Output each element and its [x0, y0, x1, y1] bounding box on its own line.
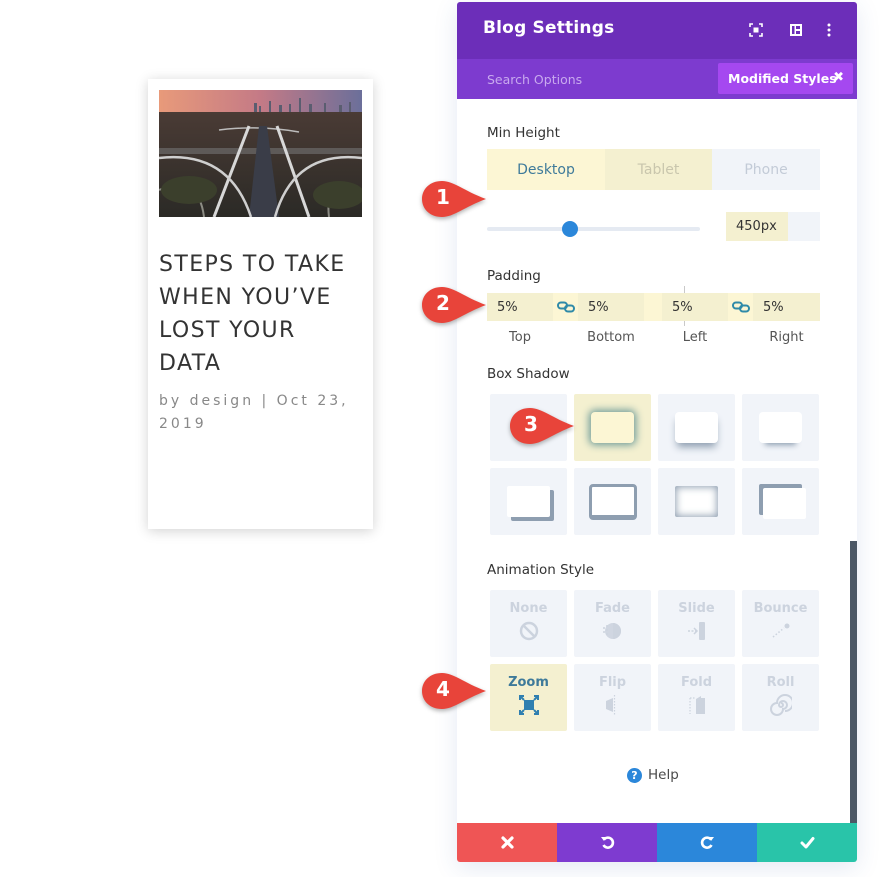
animation-option-label: Flip	[598, 675, 627, 690]
animation-option-none[interactable]: None	[490, 590, 567, 657]
min-height-value[interactable]: 450px	[726, 212, 788, 241]
min-height-label: Min Height	[487, 125, 560, 141]
box-shadow-option-inset[interactable]	[658, 468, 735, 535]
link-icon[interactable]	[553, 293, 578, 321]
close-icon[interactable]: ✖	[833, 70, 844, 85]
shadow-preview	[759, 412, 802, 443]
roll-icon	[769, 694, 792, 716]
panel-content: Min Height Desktop Tablet Phone 450px Pa…	[457, 99, 857, 823]
box-shadow-option-bottom[interactable]	[658, 394, 735, 461]
padding-bottom-label: Bottom	[587, 330, 635, 345]
padding-top-input[interactable]: 5%	[487, 293, 553, 321]
padding-top-label: Top	[509, 330, 531, 345]
callout-marker-3: 3	[508, 406, 574, 446]
fade-icon	[602, 623, 621, 639]
flip-icon	[605, 695, 615, 715]
none-icon	[519, 621, 538, 641]
animation-option-fade[interactable]: Fade	[574, 590, 651, 657]
min-height-input[interactable]: 450px	[726, 212, 820, 241]
min-height-slider[interactable]	[487, 221, 700, 237]
tab-phone[interactable]: Phone	[712, 149, 820, 190]
blog-post-card: STEPS TO TAKE WHEN YOU’VE LOST YOUR DATA…	[148, 79, 373, 529]
zoom-icon	[518, 695, 539, 715]
animation-option-bounce[interactable]: Bounce	[742, 590, 819, 657]
animation-option-label: Fold	[680, 675, 713, 690]
undo-button[interactable]	[557, 823, 657, 862]
box-shadow-label: Box Shadow	[487, 366, 570, 382]
redo-icon	[700, 836, 714, 849]
animation-option-label: Slide	[678, 601, 715, 616]
callout-marker-4: 4	[420, 671, 486, 711]
padding-label: Padding	[487, 268, 541, 284]
shadow-preview	[507, 486, 550, 517]
box-shadow-option-bottom-soft[interactable]	[742, 394, 819, 461]
callout-number: 3	[524, 412, 538, 436]
animation-option-slide[interactable]: Slide	[658, 590, 735, 657]
callout-marker-1: 1	[420, 179, 486, 219]
slider-handle[interactable]	[562, 221, 579, 237]
tab-desktop[interactable]: Desktop	[487, 149, 605, 190]
device-tabs: Desktop Tablet Phone	[487, 149, 820, 190]
callout-number: 2	[436, 291, 450, 315]
padding-right-input[interactable]: 5%	[753, 293, 820, 321]
save-button[interactable]	[757, 823, 857, 862]
expand-icon[interactable]	[747, 21, 765, 39]
highway-photo	[159, 90, 362, 217]
box-shadow-option-top-left[interactable]	[742, 468, 819, 535]
slide-icon	[687, 622, 705, 640]
bounce-icon	[772, 623, 789, 638]
shadow-preview	[763, 488, 806, 519]
animation-option-label: Zoom	[508, 675, 549, 690]
shadow-preview	[675, 486, 718, 517]
animation-option-flip[interactable]: Flip	[574, 664, 651, 731]
animation-style-label: Animation Style	[487, 562, 595, 578]
modified-styles-label: Modified Styles	[728, 71, 837, 86]
box-shadow-option-outline[interactable]	[574, 468, 651, 535]
animation-option-zoom[interactable]: Zoom	[490, 664, 567, 731]
panel-scrollbar[interactable]	[850, 541, 857, 823]
shadow-preview	[588, 483, 637, 520]
more-vertical-icon[interactable]	[820, 21, 838, 39]
callout-marker-2: 2	[420, 285, 486, 325]
animation-option-label: Bounce	[753, 601, 808, 616]
shadow-preview	[675, 412, 718, 443]
help-link[interactable]: ? Help	[627, 767, 679, 783]
undo-icon	[600, 836, 614, 849]
discard-button[interactable]	[457, 823, 557, 862]
panel-subheader: Search Options Modified Styles ✖	[457, 59, 857, 99]
box-shadow-option-glow[interactable]	[574, 394, 651, 461]
modified-styles-filter[interactable]: Modified Styles ✖	[718, 63, 853, 94]
callout-number: 1	[436, 185, 450, 209]
padding-left-input[interactable]: 5%	[662, 293, 728, 321]
animation-style-options: None Fade Slide Bounce Zoom Flip Fold Ro…	[490, 590, 819, 731]
panel-footer	[457, 823, 857, 862]
blog-post-title[interactable]: STEPS TO TAKE WHEN YOU’VE LOST YOUR DATA	[159, 248, 364, 380]
padding-left-label: Left	[682, 330, 708, 345]
blog-post-image[interactable]	[159, 90, 362, 217]
columns-icon[interactable]	[787, 21, 805, 39]
shadow-preview	[591, 412, 634, 443]
padding-inputs: 5% 5% 5% 5%	[487, 286, 820, 326]
callout-number: 4	[436, 677, 450, 701]
blog-post-meta: by design | Oct 23, 2019	[159, 393, 349, 432]
search-options-input[interactable]: Search Options	[487, 72, 582, 87]
redo-button[interactable]	[657, 823, 757, 862]
fold-icon	[688, 696, 705, 714]
padding-bottom-input[interactable]: 5%	[578, 293, 644, 321]
animation-option-label: Fade	[594, 601, 630, 616]
animation-option-roll[interactable]: Roll	[742, 664, 819, 731]
close-icon	[500, 836, 514, 849]
panel-header: Blog Settings	[457, 2, 857, 59]
panel-title: Blog Settings	[483, 18, 615, 38]
animation-option-label: None	[509, 601, 548, 616]
help-label: Help	[648, 767, 679, 783]
padding-right-label: Right	[769, 330, 804, 345]
check-icon	[800, 837, 814, 849]
animation-option-fold[interactable]: Fold	[658, 664, 735, 731]
box-shadow-option-offset[interactable]	[490, 468, 567, 535]
link-icon[interactable]	[728, 293, 753, 321]
animation-option-label: Roll	[766, 675, 795, 690]
help-icon: ?	[627, 767, 642, 783]
tab-tablet[interactable]: Tablet	[605, 149, 712, 190]
